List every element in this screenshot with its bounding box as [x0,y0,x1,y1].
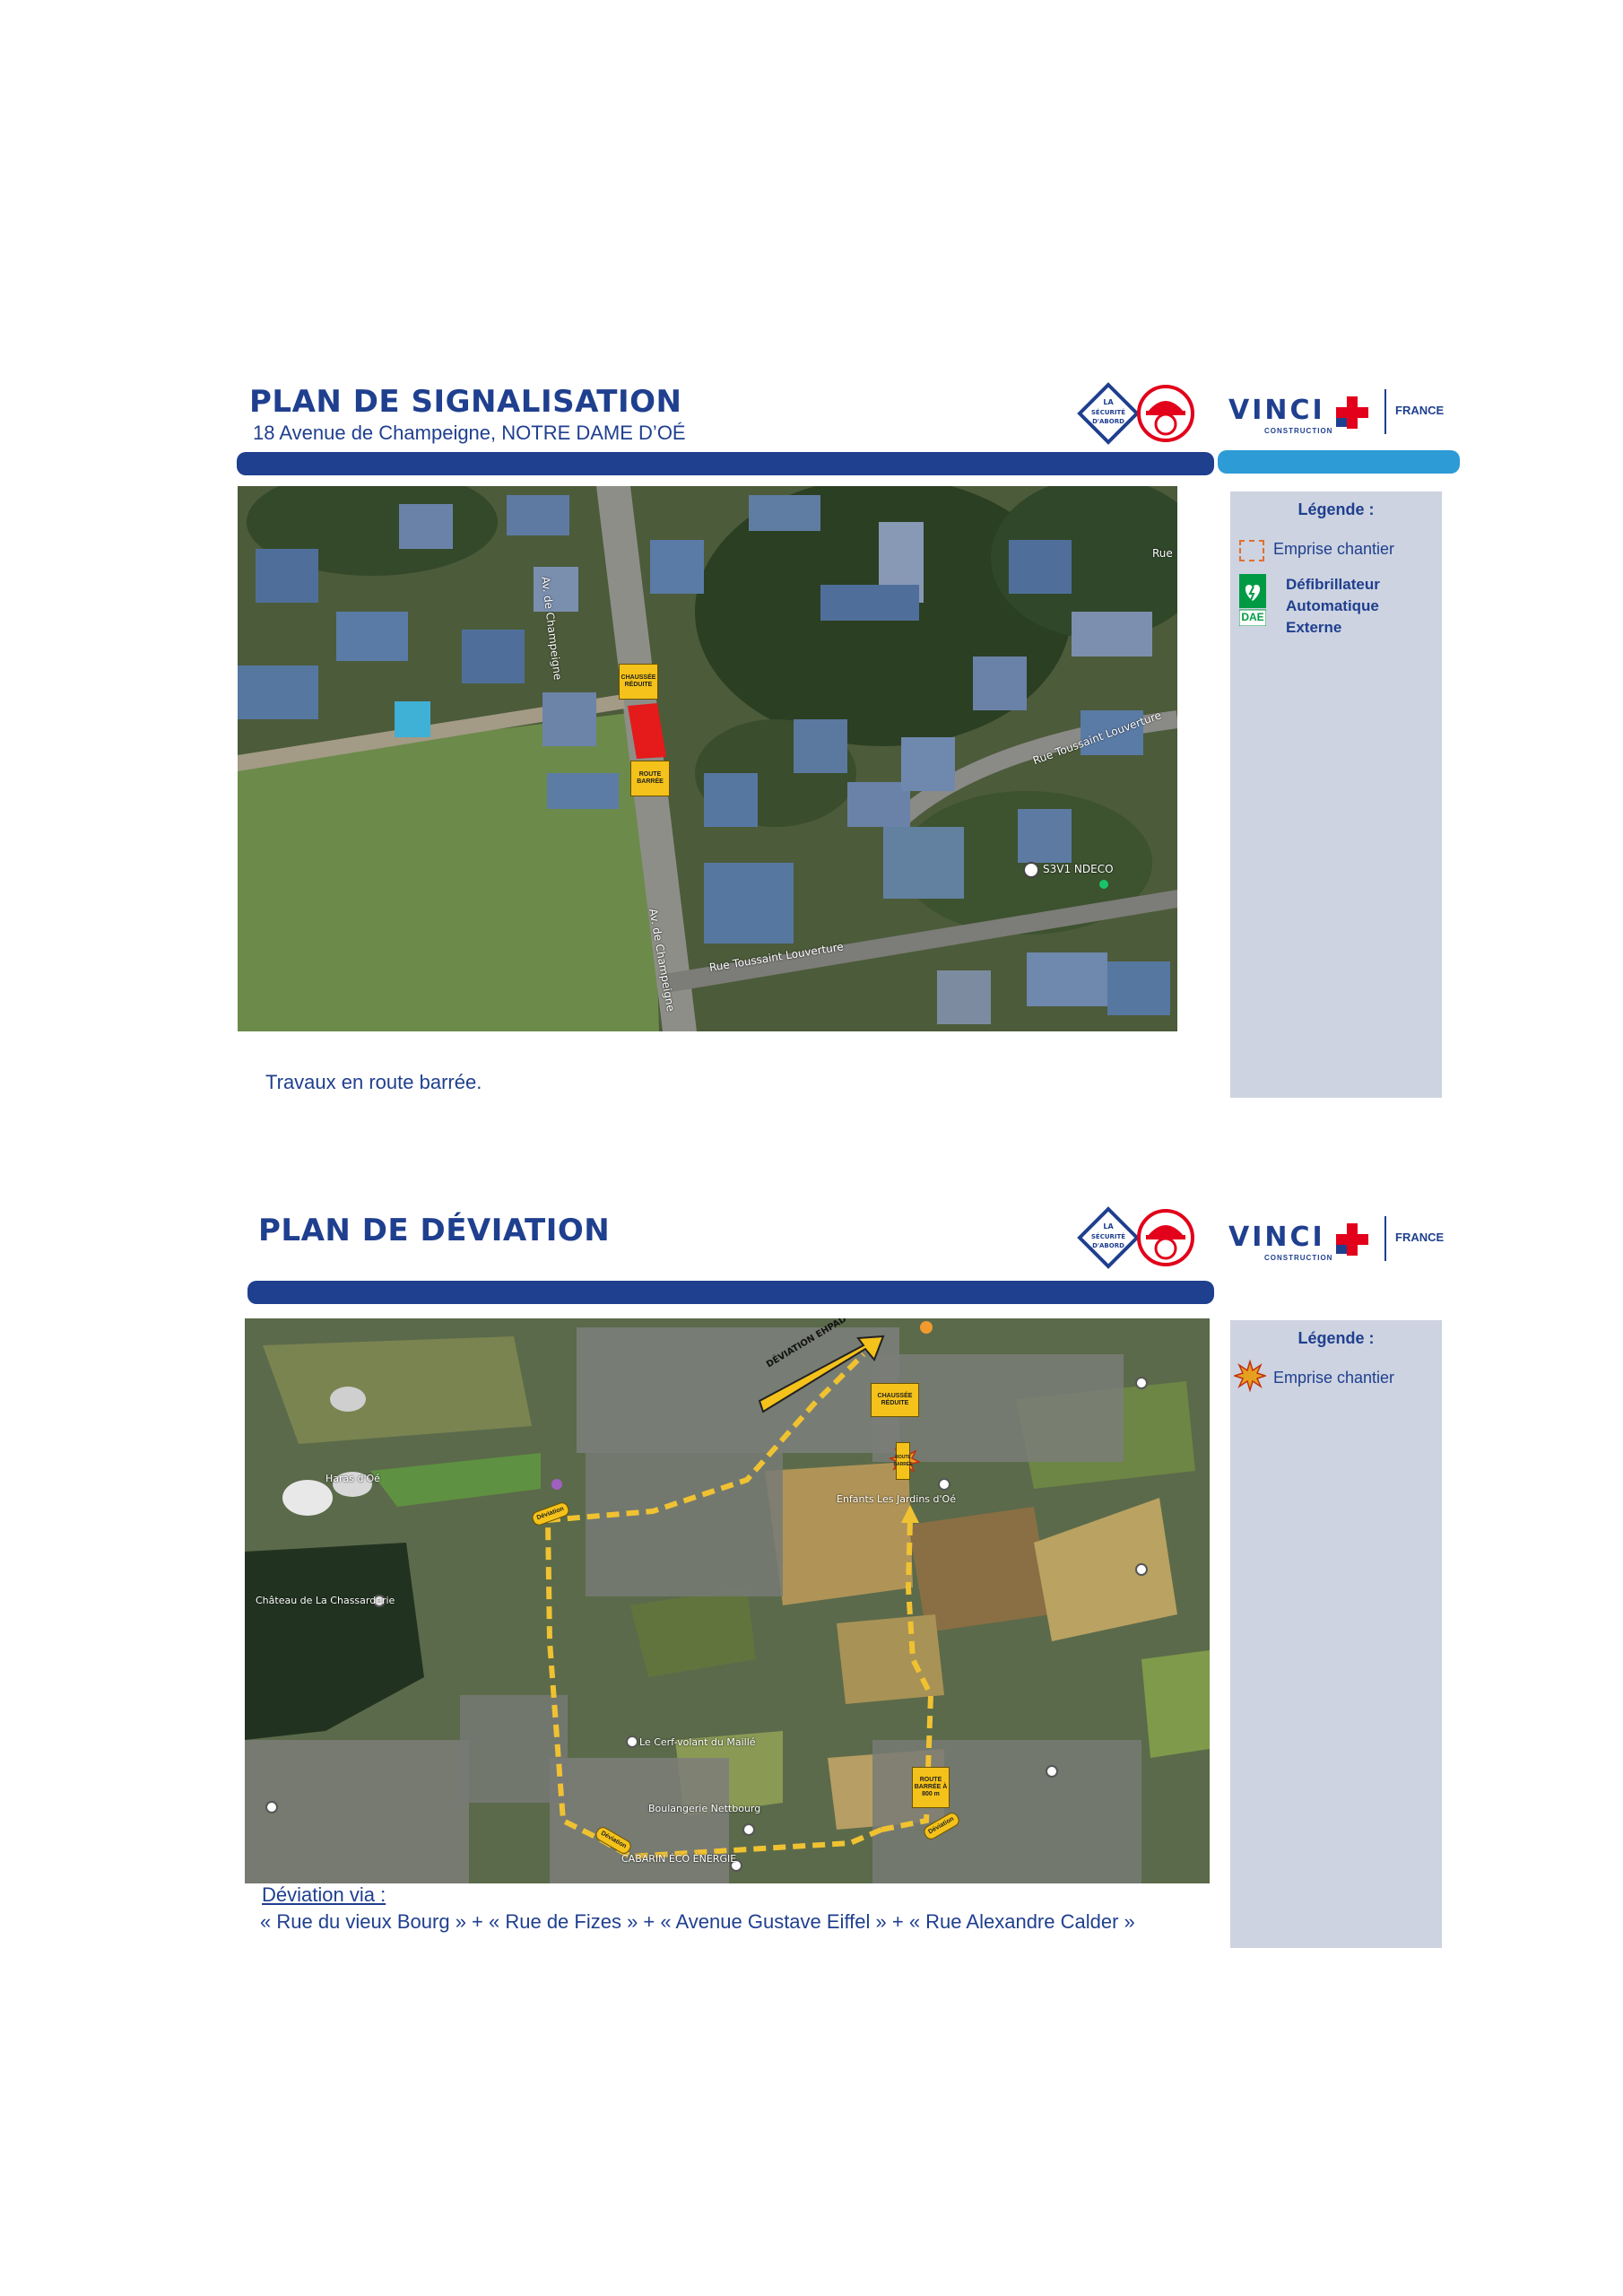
poi-jardins-oe: Enfants Les Jardins d'Oé [837,1493,956,1505]
deviation-via-text: « Rue du vieux Bourg » + « Rue de Fizes … [260,1910,1135,1933]
deviation-legend-panel: Légende : Emprise chantier [1230,1320,1442,1948]
poi-cerf-volant: Le Cerf-volant du Maillé [639,1736,756,1748]
signalisation-title: PLAN DE SIGNALISATION [249,384,682,420]
legend-item-emprise-deviation: Emprise chantier [1273,1369,1395,1387]
deviation-aerial-map: DÉVIATION EHPAD Déviation Déviation Dévi… [245,1318,1210,1883]
safety-first-logo-bottom: LA SÉCURITÉ D'ABORD [1076,1205,1198,1270]
poi-label-s3v1ndeco: S3V1 NDECO [1043,863,1114,875]
sign-route-barree: ROUTE BARRÉE [630,761,670,796]
svg-text:LA: LA [1103,398,1114,406]
vinci-france-text: FRANCE [1395,404,1445,417]
sign-route-barree-small: ROUTE BARRÉE [893,1442,913,1480]
signalisation-note: Travaux en route barrée. [265,1071,482,1093]
vinci-wordmark: VINCI [1228,395,1325,426]
vinci-wordmark: VINCI [1228,1222,1325,1253]
sign-chaussee-reduite-deviation: CHAUSSÉE RÉDUITE [871,1383,919,1417]
poi-cabarin: CABARIN ÉCO ÉNERGIE [621,1853,737,1865]
signalisation-legend-panel: Légende : Emprise chantier DAE Défibrill… [1230,491,1442,1098]
sign-route-barree-800m: ROUTE BARRÉE À 800 m [912,1767,950,1808]
signalisation-address: 18 Avenue de Champeigne, NOTRE DAME D’OÉ [253,422,686,444]
svg-text:LA: LA [1103,1222,1114,1231]
vinci-france-text: FRANCE [1395,1231,1445,1244]
logo-separator [1384,389,1386,434]
signalisation-aerial-map: CHAUSSÉE RÉDUITE ROUTE BARRÉE Av. de Cha… [238,486,1177,1031]
deviation-title: PLAN DE DÉVIATION [258,1213,611,1248]
vinci-construction-text: CONSTRUCTION [1264,1254,1333,1262]
vinci-cross-icon [1336,396,1368,433]
sign-chaussee-reduite: CHAUSSÉE RÉDUITE [619,664,658,700]
signalisation-header-bar-accent [1218,450,1460,474]
svg-text:D'ABORD: D'ABORD [1092,1242,1124,1249]
vinci-cross-icon [1336,1223,1368,1260]
deviation-header-bar [247,1281,1214,1304]
legend-item-dae-line3: Externe [1286,619,1342,636]
vinci-logo-bottom: VINCI CONSTRUCTION FRANCE [1227,1216,1451,1275]
poi-haras: Haras d'Oé [325,1473,380,1484]
svg-text:D'ABORD: D'ABORD [1092,418,1124,425]
street-label-rue: Rue [1152,547,1173,560]
legend-title: Légende : [1298,1329,1375,1347]
vinci-logo: VINCI CONSTRUCTION FRANCE [1227,389,1451,448]
legend-item-dae-line1: Défibrillateur [1286,576,1380,593]
vinci-construction-text: CONSTRUCTION [1264,427,1333,435]
safety-first-logo: LA SÉCURITÉ D'ABORD [1076,381,1198,446]
poi-chateau-chassarderie: Château de La Chassarderie [256,1595,395,1606]
legend-title: Légende : [1298,500,1375,518]
svg-text:SÉCURITÉ: SÉCURITÉ [1091,1232,1125,1240]
worksite-burst-icon [1232,1359,1268,1396]
poi-boulangerie: Boulangerie Nettbourg [648,1803,761,1814]
worksite-outline-icon [1239,540,1264,561]
dae-badge: DAE [1241,611,1264,623]
legend-item-emprise: Emprise chantier [1273,540,1395,558]
legend-item-dae-line2: Automatique [1286,597,1379,614]
deviation-via-title: Déviation via : [262,1883,386,1906]
svg-text:SÉCURITÉ: SÉCURITÉ [1091,408,1125,416]
signalisation-header-bar [237,452,1214,475]
logo-separator [1384,1216,1386,1261]
